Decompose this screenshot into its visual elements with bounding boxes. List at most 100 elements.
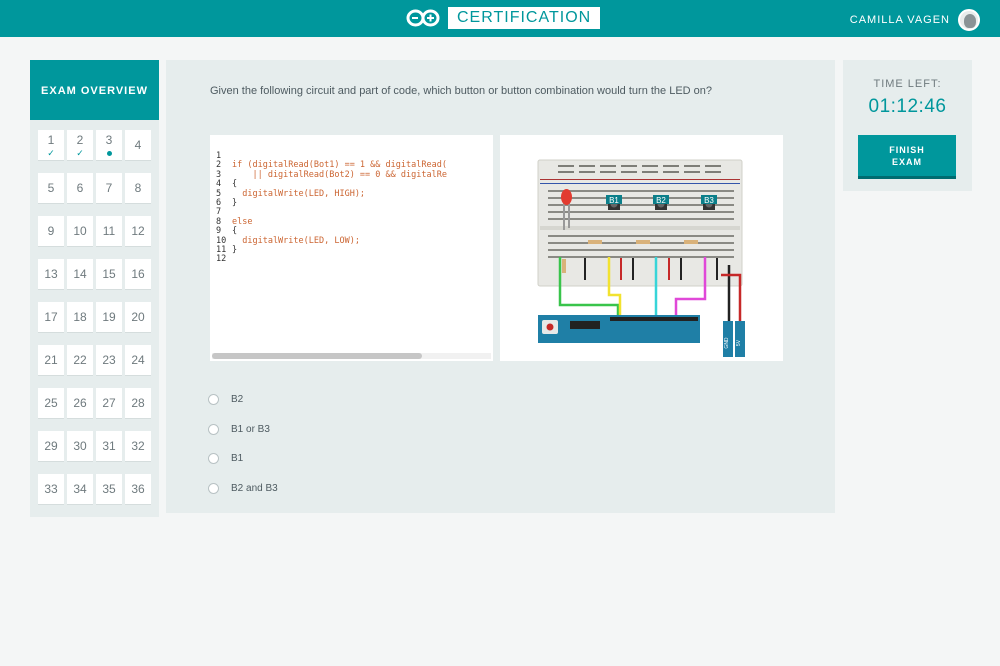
question-nav-item[interactable]: 32 [125, 431, 151, 461]
question-nav-item[interactable]: 7 [96, 173, 122, 203]
question-nav-item[interactable]: 4 [125, 130, 151, 160]
exam-overview-sidebar: EXAM OVERVIEW 1 ✓ 2 ✓ 3 4 5 6 7 8 9 10 11 12 13 14 15 16 1… [30, 60, 159, 517]
button-label-b3: B3 [704, 196, 714, 205]
question-nav-item[interactable]: 36 [125, 474, 151, 504]
answer-options: B2 B1 or B3 B1 B2 and B3 [208, 385, 278, 503]
question-nav-item[interactable]: 11 [96, 216, 122, 246]
circuit-image: B1 B2 B3 GND 5V [537, 159, 745, 357]
answer-option[interactable]: B1 [208, 444, 278, 474]
timer-panel: TIME LEFT: 01:12:46 FINISH EXAM [843, 60, 972, 191]
question-nav-item[interactable]: 9 [38, 216, 64, 246]
question-number: 24 [131, 353, 145, 367]
answer-radio[interactable] [208, 394, 219, 406]
question-number: 35 [102, 482, 116, 496]
question-nav-item[interactable]: 21 [38, 345, 64, 375]
question-number: 3 [105, 133, 113, 147]
question-nav-item[interactable]: 27 [96, 388, 122, 418]
brand[interactable]: CERTIFICATION [406, 7, 601, 29]
question-nav-item[interactable]: 14 [67, 259, 93, 289]
line-text: } [232, 198, 238, 209]
line-text: || digitalRead(Bot2) == 0 && digitalRe [232, 169, 447, 180]
question-number: 27 [102, 396, 116, 410]
code-line: 3 || digitalRead(Bot2) == 0 && digitalRe [216, 169, 447, 180]
answer-option[interactable]: B2 [208, 385, 278, 415]
answer-option[interactable]: B1 or B3 [208, 415, 278, 445]
question-nav-item[interactable]: 1 ✓ [38, 130, 64, 160]
question-nav-item[interactable]: 22 [67, 345, 93, 375]
question-nav-item[interactable]: 20 [125, 302, 151, 332]
answer-label: B2 [231, 394, 244, 406]
question-nav-item[interactable]: 26 [67, 388, 93, 418]
question-nav-item[interactable]: 35 [96, 474, 122, 504]
avatar[interactable] [958, 9, 980, 31]
user-menu[interactable]: CAMILLA VAGEN [850, 9, 980, 31]
gnd-pin-label: GND [724, 337, 730, 349]
answer-option[interactable]: B2 and B3 [208, 474, 278, 504]
question-nav-item[interactable]: 18 [67, 302, 93, 332]
question-number: 20 [131, 310, 145, 324]
time-left-label: TIME LEFT: [873, 78, 942, 90]
line-text: digitalWrite(LED, LOW); [232, 235, 360, 246]
question-nav-item[interactable]: 8 [125, 173, 151, 203]
top-bar: CERTIFICATION CAMILLA VAGEN [0, 0, 1000, 37]
question-number: 4 [134, 138, 142, 152]
question-nav-item[interactable]: 28 [125, 388, 151, 418]
line-text: } [232, 245, 238, 256]
question-number: 13 [44, 267, 58, 281]
question-nav-item[interactable]: 31 [96, 431, 122, 461]
time-left-value: 01:12:46 [868, 96, 947, 117]
question-number: 15 [102, 267, 116, 281]
finish-exam-label: FINISH EXAM [889, 144, 925, 167]
question-nav-item[interactable]: 16 [125, 259, 151, 289]
question-nav-item[interactable]: 3 [96, 130, 122, 160]
question-nav-item[interactable]: 6 [67, 173, 93, 203]
question-nav-item[interactable]: 34 [67, 474, 93, 504]
question-number: 23 [102, 353, 116, 367]
question-nav-item[interactable]: 12 [125, 216, 151, 246]
question-number: 2 [76, 133, 84, 147]
question-nav-item[interactable]: 25 [38, 388, 64, 418]
answer-radio[interactable] [208, 482, 219, 494]
question-nav-item[interactable]: 15 [96, 259, 122, 289]
question-nav-item[interactable]: 5 [38, 173, 64, 203]
question-nav-item[interactable]: 17 [38, 302, 64, 332]
finish-exam-button[interactable]: FINISH EXAM [858, 135, 956, 179]
question-number: 26 [73, 396, 87, 410]
question-number: 31 [102, 439, 116, 453]
question-nav-item[interactable]: 23 [96, 345, 122, 375]
question-number: 6 [76, 181, 84, 195]
question-panel: Given the following circuit and part of … [166, 60, 835, 513]
user-name: CAMILLA VAGEN [849, 14, 950, 26]
question-nav-item[interactable]: 30 [67, 431, 93, 461]
answer-radio[interactable] [208, 453, 219, 465]
answer-radio[interactable] [208, 423, 219, 435]
question-number: 25 [44, 396, 58, 410]
question-number: 8 [134, 181, 142, 195]
question-number: 19 [102, 310, 116, 324]
circuit-diagram: B1 B2 B3 GND 5V [500, 135, 783, 361]
scrollbar-thumb[interactable] [212, 353, 422, 359]
question-number: 33 [44, 482, 58, 496]
question-nav-item[interactable]: 24 [125, 345, 151, 375]
question-number: 21 [44, 353, 58, 367]
answer-label: B2 and B3 [231, 482, 278, 494]
code-line: 11} [216, 245, 447, 256]
code-horizontal-scrollbar[interactable] [212, 353, 491, 359]
question-nav-item[interactable]: 13 [38, 259, 64, 289]
question-nav-item[interactable]: 2 ✓ [67, 130, 93, 160]
button-label-b1: B1 [609, 196, 619, 205]
answer-label: B1 or B3 [231, 423, 270, 435]
question-number: 12 [131, 224, 145, 238]
question-nav-item[interactable]: 10 [67, 216, 93, 246]
question-number: 17 [44, 310, 58, 324]
question-nav-item[interactable]: 19 [96, 302, 122, 332]
question-number: 18 [73, 310, 87, 324]
led [561, 189, 572, 205]
question-nav-item[interactable]: 33 [38, 474, 64, 504]
code-line: 10 digitalWrite(LED, LOW); [216, 235, 447, 246]
code-lines: 1 2 if (digitalRead(Bot1) == 1 && digitalR… [216, 151, 447, 265]
question-number: 16 [131, 267, 145, 281]
question-nav-item[interactable]: 29 [38, 431, 64, 461]
question-number: 30 [73, 439, 87, 453]
question-number: 10 [73, 224, 87, 238]
